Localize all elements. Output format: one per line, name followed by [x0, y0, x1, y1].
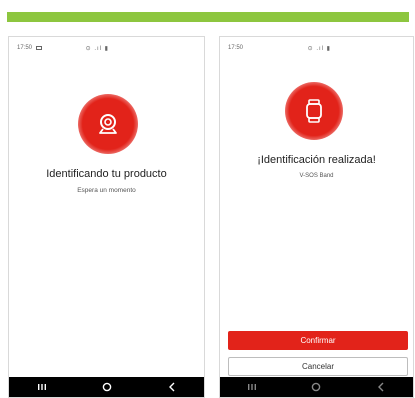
status-bar: 17:50 ⊙ .ıl ▮: [220, 43, 413, 55]
confirm-button[interactable]: Confirmar: [228, 331, 408, 350]
top-accent-bar: [7, 12, 409, 22]
status-time: 17:50: [228, 45, 244, 51]
home-button[interactable]: [306, 379, 326, 395]
device-name: V-SOS Band: [299, 173, 334, 179]
page-title: ¡Identificación realizada!: [257, 154, 376, 166]
recent-apps-button[interactable]: [32, 379, 52, 395]
back-icon: [377, 382, 384, 392]
smartwatch-icon: [306, 99, 322, 123]
status-bar: 17:50 ⊙ .ıl ▮: [9, 43, 204, 55]
home-icon: [312, 382, 321, 392]
status-icons: ⊙ .ıl ▮: [85, 46, 109, 52]
phone-screen-identifying: 17:50 ⊙ .ıl ▮ Identificando tu producto …: [8, 36, 205, 398]
back-icon: [168, 382, 174, 392]
smartwatch-icon-badge: [285, 82, 343, 140]
back-button[interactable]: [162, 379, 182, 395]
recent-apps-icon: [248, 384, 257, 390]
recent-apps-button[interactable]: [242, 379, 262, 395]
status-time: 17:50: [17, 45, 33, 51]
camera-icon: [99, 114, 117, 134]
cancel-button[interactable]: Cancelar: [228, 357, 408, 376]
status-icons: ⊙ .ıl ▮: [307, 46, 331, 52]
back-button[interactable]: [371, 379, 391, 395]
phone-screen-identified: 17:50 ⊙ .ıl ▮ ¡Identificación realizada!…: [219, 36, 414, 398]
page-subtitle: Espera un momento: [77, 187, 136, 194]
gallery-icon: [36, 46, 43, 50]
page-title: Identificando tu producto: [46, 168, 167, 180]
recent-apps-icon: [37, 384, 46, 390]
system-nav-bar: [9, 377, 204, 397]
camera-icon-badge: [78, 94, 138, 154]
home-icon: [102, 382, 111, 392]
home-button[interactable]: [97, 379, 117, 395]
system-nav-bar: [220, 377, 413, 397]
